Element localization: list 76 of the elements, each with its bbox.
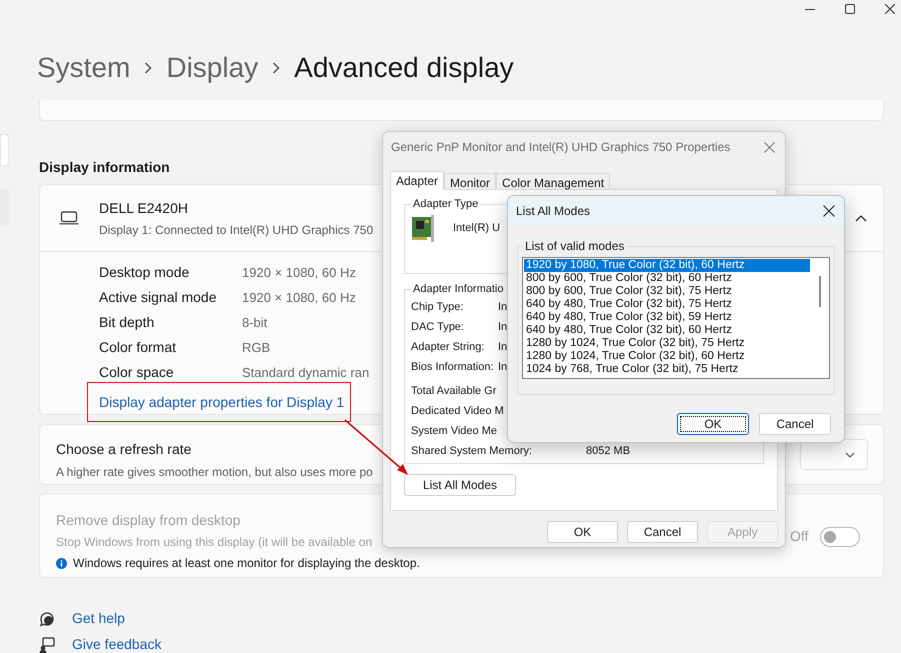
info-value: In bbox=[498, 320, 508, 336]
dialog-button[interactable]: OK bbox=[547, 521, 618, 543]
detail-value: 1920 × 1080, 60 Hz bbox=[242, 288, 356, 307]
info-label: Bios Information: bbox=[411, 360, 495, 376]
mode-item[interactable]: 1280 by 1024, True Color (32 bit), 60 Hertz bbox=[524, 350, 810, 363]
modes-list[interactable] bbox=[522, 257, 830, 379]
group-label: Adapter Type bbox=[412, 197, 480, 212]
dialog-title: List All Modes bbox=[516, 203, 590, 220]
detail-value: 1920 × 1080, 60 Hz bbox=[242, 264, 356, 282]
feedback-icon bbox=[39, 636, 55, 652]
toggle-label: Off bbox=[790, 527, 808, 546]
info-label: Adapter String: bbox=[411, 340, 486, 356]
help-link[interactable]: Get help bbox=[72, 608, 125, 629]
breadcrumb-link[interactable]: Display bbox=[166, 50, 258, 86]
chevron-right-icon bbox=[144, 62, 152, 74]
mode-item[interactable]: 1024 by 768, True Color (32 bit), 75 Hertz bbox=[524, 363, 810, 376]
dialog-tab[interactable]: Monitor bbox=[444, 173, 496, 189]
help-icon bbox=[39, 610, 55, 626]
setting-title: Remove display from desktop bbox=[56, 511, 240, 530]
memory-label: Total Available Gr bbox=[411, 384, 498, 400]
laptop-icon bbox=[59, 211, 79, 225]
setting-description: A higher rate gives smoother motion, but also uses more po bbox=[56, 464, 373, 481]
info-value: In bbox=[498, 360, 508, 376]
info-value: In bbox=[498, 300, 508, 316]
memory-label: Dedicated Video M bbox=[411, 404, 505, 420]
scrollbar-thumb[interactable] bbox=[819, 276, 821, 307]
mode-item[interactable]: 640 by 480, True Color (32 bit), 75 Hertz bbox=[524, 298, 810, 311]
close-icon[interactable] bbox=[823, 205, 835, 217]
info-value: In bbox=[498, 340, 508, 356]
dialog-tab[interactable]: Color Management bbox=[496, 173, 610, 189]
minimize-icon[interactable] bbox=[805, 9, 815, 11]
dialog-button[interactable]: OK bbox=[677, 413, 749, 435]
mode-item[interactable]: 640 by 480, True Color (32 bit), 60 Hertz bbox=[524, 324, 810, 337]
page-title: Advanced display bbox=[294, 51, 514, 85]
section-heading: Display information bbox=[39, 158, 171, 175]
detail-label: Active signal mode bbox=[98, 288, 218, 307]
adapter-name: Intel(R) U bbox=[453, 221, 500, 236]
detail-label: Bit depth bbox=[98, 313, 156, 332]
display-subtitle: Display 1: Connected to Intel(R) UHD Graphics 750 bbox=[99, 222, 374, 238]
close-icon[interactable] bbox=[885, 4, 895, 14]
setting-title: Choose a refresh rate bbox=[56, 440, 192, 459]
chevron-up-icon[interactable] bbox=[855, 214, 867, 222]
dialog-button[interactable]: Cancel bbox=[759, 413, 831, 435]
list-all-modes-button[interactable]: List All Modes bbox=[404, 474, 516, 496]
detail-label: Desktop mode bbox=[98, 263, 190, 282]
dialog-button[interactable]: Cancel bbox=[627, 521, 698, 543]
mode-item[interactable]: 1280 by 1024, True Color (32 bit), 75 Hertz bbox=[524, 337, 810, 350]
info-label: DAC Type: bbox=[411, 320, 465, 336]
detail-label: Color space bbox=[98, 363, 175, 382]
group-label: Adapter Informatio bbox=[412, 282, 504, 297]
mode-item[interactable]: 800 by 600, True Color (32 bit), 60 Hertz bbox=[524, 272, 810, 285]
mode-item[interactable]: 1920 by 1080, True Color (32 bit), 60 Hertz bbox=[524, 259, 810, 272]
adapter-properties-link[interactable]: Display adapter properties for Display 1 bbox=[99, 392, 344, 412]
group-label: List of valid modes bbox=[524, 238, 626, 255]
chevron-right-icon bbox=[272, 62, 280, 74]
detail-label: Color format bbox=[98, 338, 178, 357]
chevron-down-icon bbox=[845, 452, 855, 458]
setting-description: Stop Windows from using this display (it will be available on bbox=[56, 534, 372, 551]
maximize-icon[interactable] bbox=[845, 4, 855, 14]
memory-label: System Video Me bbox=[411, 424, 498, 440]
detail-value: RGB bbox=[242, 338, 270, 357]
mode-item[interactable]: 800 by 600, True Color (32 bit), 75 Hertz bbox=[524, 285, 810, 298]
memory-label: Shared System Memory: bbox=[411, 444, 534, 460]
info-icon bbox=[56, 558, 67, 568]
info-note: Windows requires at least one monitor for displaying the desktop. bbox=[73, 555, 420, 572]
help-link[interactable]: Give feedback bbox=[72, 634, 162, 653]
detail-value: 8-bit bbox=[242, 314, 268, 332]
breadcrumb-link[interactable]: System bbox=[37, 50, 130, 86]
mode-item[interactable]: 640 by 480, True Color (32 bit), 59 Hertz bbox=[524, 311, 810, 324]
display-name: DELL E2420H bbox=[99, 198, 188, 218]
detail-value: Standard dynamic ran bbox=[242, 364, 370, 382]
dialog-title: Generic PnP Monitor and Intel(R) UHD Graphics 750 Properties bbox=[391, 139, 730, 156]
graphics-card-icon bbox=[411, 214, 435, 242]
info-label: Chip Type: bbox=[411, 300, 464, 316]
memory-value: 8052 MB bbox=[586, 444, 630, 460]
dialog-tab[interactable]: Adapter bbox=[390, 171, 444, 190]
